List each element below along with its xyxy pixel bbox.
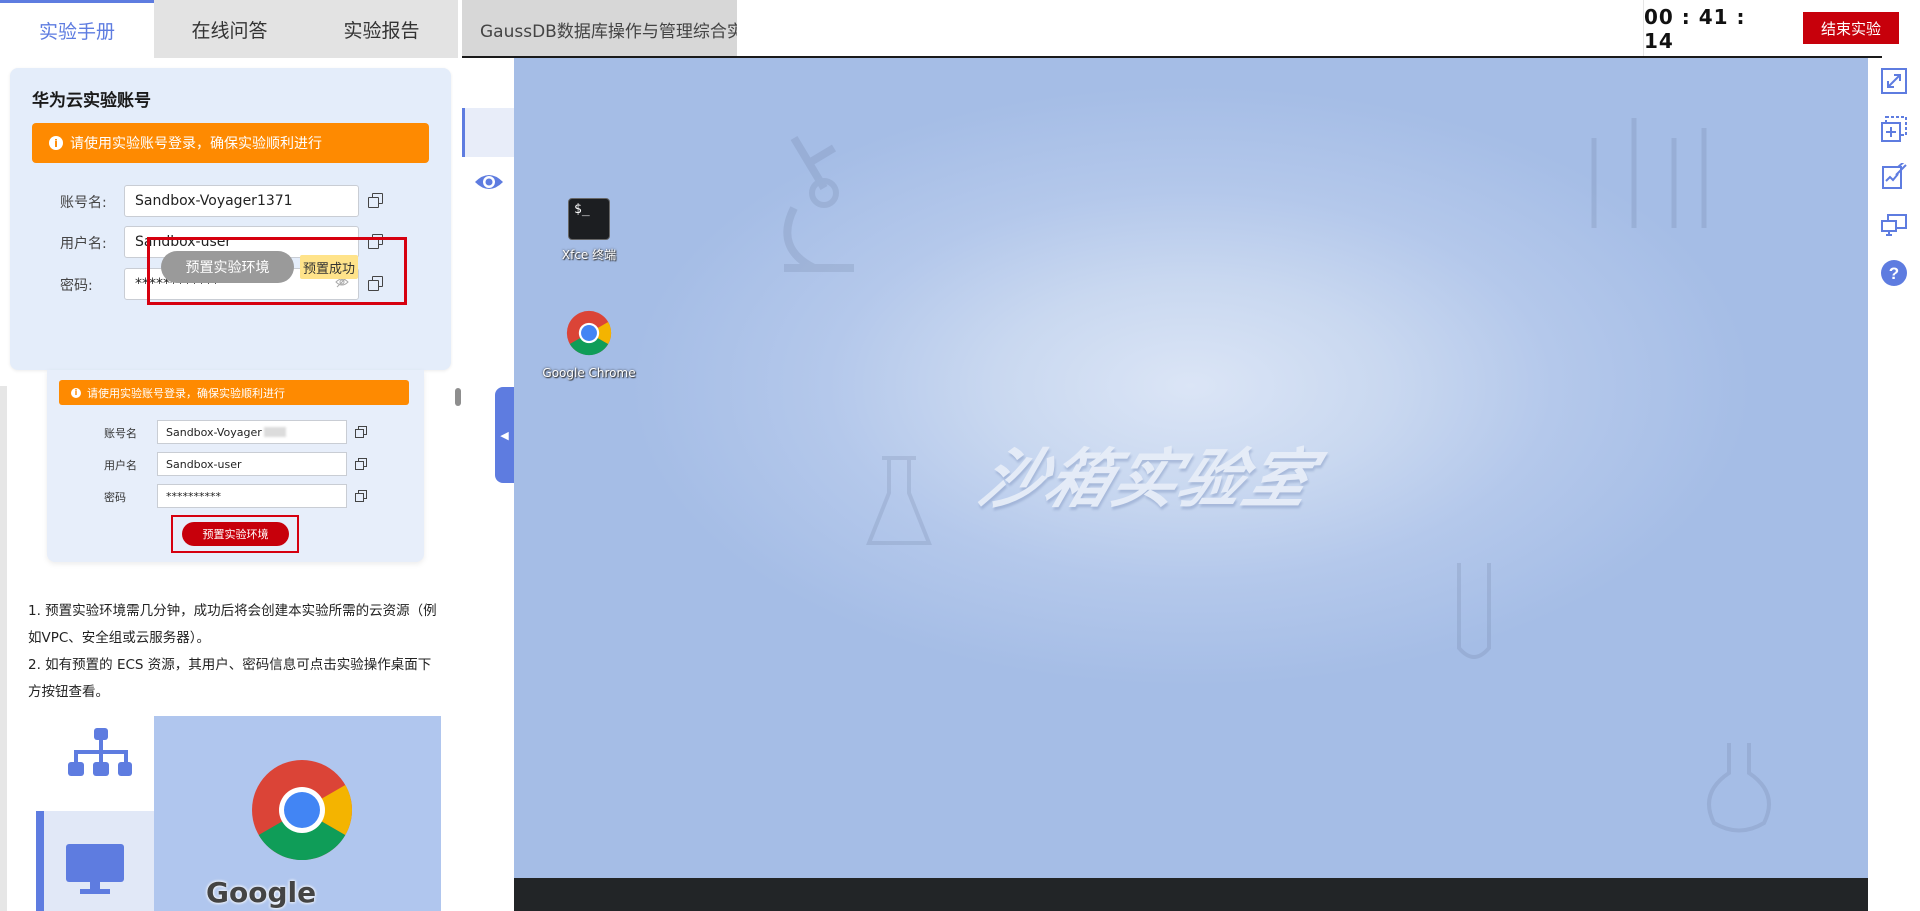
desktop-icon-terminal[interactable]: $_ Xfce 终端 (534, 198, 644, 263)
desktop-icon-chrome[interactable]: Google Chrome (534, 310, 644, 380)
left-edge-bar (0, 386, 7, 911)
chrome-icon (252, 760, 352, 860)
terminal-label: Xfce 终端 (561, 248, 617, 262)
example-image-desktop: Google Chrome (36, 716, 441, 911)
tab-report[interactable]: 实验报告 (305, 0, 458, 58)
monitor-icon (66, 844, 124, 894)
end-lab-button[interactable]: 结束实验 (1803, 12, 1899, 44)
manual-notes: 1. 预置实验环境需几分钟，成功后将会创建本实验所需的云资源（例如VPC、安全组… (28, 598, 438, 706)
timer: 00 : 41 : 14 (1644, 5, 1746, 53)
warning-banner-text: 请使用实验账号登录，确保实验顺利进行 (70, 136, 322, 152)
example-account-value: Sandbox-Voyager (166, 425, 262, 439)
example-image-account-card: i 请使用实验账号登录，确保实验顺利进行 账号名 Sandbox-Voyager… (47, 370, 424, 562)
example-warning-banner: i 请使用实验账号登录，确保实验顺利进行 (59, 380, 409, 405)
notes-icon[interactable] (1880, 163, 1908, 191)
tab-manual[interactable]: 实验手册 (0, 0, 154, 58)
info-icon: i (49, 136, 63, 150)
svg-text:?: ? (1889, 264, 1899, 283)
example-username-field: Sandbox-user (157, 452, 347, 476)
account-card: 华为云实验账号 i 请使用实验账号登录，确保实验顺利进行 账号名: Sandbo… (10, 68, 451, 370)
flask-icon (866, 456, 932, 545)
example-account-field: Sandbox-Voyager (157, 420, 347, 444)
example-account-label: 账号名 (104, 427, 137, 440)
copy-icon (355, 490, 367, 502)
example-password-field: ********** (157, 484, 347, 508)
copy-icon[interactable] (368, 193, 383, 208)
top-bar: 实验手册 在线问答 实验报告 GaussDB数据库操作与管理综合实验 00 : … (0, 0, 1920, 58)
desktop-taskbar[interactable] (514, 878, 1868, 911)
microscope-icon (783, 135, 854, 272)
example-chrome-label: Google Chrome (206, 876, 328, 911)
mid-toolbar-active-item[interactable] (462, 108, 514, 157)
copy-icon (355, 426, 367, 438)
chrome-icon (566, 310, 612, 356)
preset-environment-button[interactable]: 预置实验环境 (161, 251, 294, 283)
help-icon[interactable]: ? (1880, 259, 1908, 287)
account-name-field[interactable]: Sandbox-Voyager1371 (124, 185, 359, 217)
remote-desktop[interactable]: $_ Xfce 终端 Google Chrome 沙箱实验室 (514, 58, 1868, 878)
preset-success-badge: 预置成功 (300, 255, 358, 279)
warning-banner: i 请使用实验账号登录，确保实验顺利进行 (32, 123, 429, 163)
round-flask-icon (1707, 743, 1771, 833)
example-username-row: 用户名 Sandbox-user (47, 452, 424, 476)
copy-icon (355, 458, 367, 470)
account-name-label: 账号名: (60, 195, 107, 211)
sandbox-watermark: 沙箱实验室 (970, 443, 1325, 517)
add-screen-icon[interactable] (1880, 115, 1908, 143)
example-password-row: 密码 ********** (47, 484, 424, 508)
example-password-label: 密码 (104, 491, 126, 504)
note-2: 2. 如有预置的 ECS 资源，其用户、密码信息可点击实验操作桌面下方按钮查看。 (28, 657, 432, 700)
flasks-icon (1591, 118, 1707, 228)
collapse-panel-button[interactable]: ◀ (495, 387, 514, 483)
test-tube-icon (1457, 563, 1491, 659)
account-name-row: 账号名: Sandbox-Voyager1371 (10, 185, 451, 217)
fullscreen-icon[interactable] (1880, 67, 1908, 95)
tab-qa[interactable]: 在线问答 (154, 0, 305, 58)
lab-title: GaussDB数据库操作与管理综合实验 (462, 0, 737, 58)
terminal-icon: $_ (568, 198, 610, 240)
account-card-title: 华为云实验账号 (32, 91, 151, 111)
example-warning-text: 请使用实验账号登录，确保实验顺利进行 (87, 386, 285, 400)
timer-container: 00 : 41 : 14 (1643, 0, 1759, 58)
example-preset-button: 预置实验环境 (182, 522, 289, 546)
example-username-label: 用户名 (104, 459, 137, 472)
note-1: 1. 预置实验环境需几分钟，成功后将会创建本实验所需的云资源（例如VPC、安全组… (28, 603, 437, 646)
chrome-label: Google Chrome (542, 366, 636, 380)
manual-scrollbar-thumb[interactable] (455, 388, 461, 406)
username-label: 用户名: (60, 236, 107, 252)
remote-desktop-icon[interactable] (1880, 211, 1908, 239)
blurred-text (263, 427, 286, 437)
topology-icon (68, 728, 132, 776)
example-account-row: 账号名 Sandbox-Voyager (47, 420, 424, 444)
info-icon: i (71, 387, 81, 398)
manual-scrollbar[interactable] (453, 58, 461, 911)
password-label: 密码: (60, 278, 93, 294)
eye-icon[interactable] (474, 171, 504, 193)
